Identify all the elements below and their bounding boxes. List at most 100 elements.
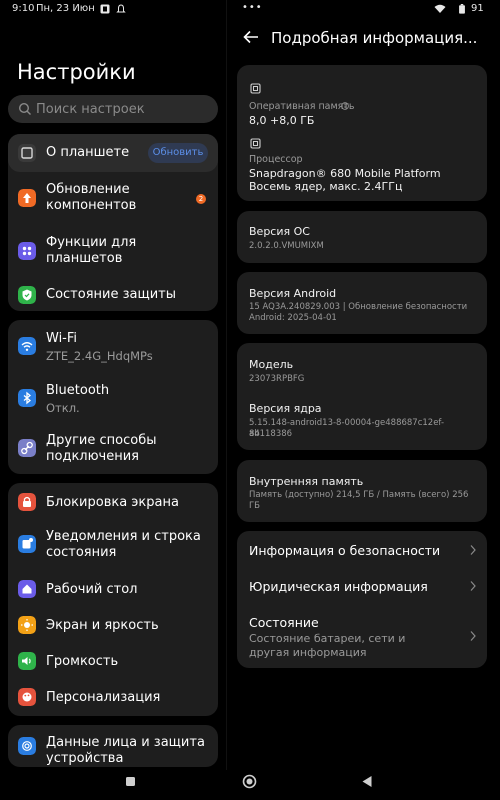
os-version-value: 2.0.2.0.VMUMIXM <box>249 241 324 251</box>
status-date: Пн, 23 Июн <box>36 3 95 14</box>
settings-item-bluetooth[interactable]: Bluetooth Откл. <box>8 376 218 424</box>
status-dots: ••• <box>242 2 263 13</box>
detail-page-title: Подробная информация... <box>271 29 478 47</box>
settings-group-security: Данные лица и защита устройства <box>8 725 218 767</box>
settings-item-notifications[interactable]: Уведомления и строка состояния <box>8 521 218 571</box>
memory-chip-icon <box>250 83 261 94</box>
wifi-status-icon <box>434 4 446 13</box>
android-security-patch: Android: 2025-04-01 <box>249 313 337 323</box>
pane-divider <box>226 0 227 770</box>
search-placeholder: Поиск настроек <box>36 102 145 117</box>
kernel-version-value-cont: 84 <box>249 429 260 439</box>
storage-value: Память (доступно) 214,5 ГБ / Память (все… <box>249 490 469 500</box>
model-kernel-card: Модель 23073RPBFG Версия ядра 5.15.148-a… <box>237 343 487 450</box>
settings-group-device: О планшете Обновить Обновление компонент… <box>8 134 218 311</box>
settings-item-display-brightness[interactable]: Экран и яркость <box>8 609 218 641</box>
android-version-title: Версия Android <box>249 287 337 300</box>
android-version-value: 15 AQ3A.240829.003 | Обновление безопасн… <box>249 302 468 312</box>
battery-icon <box>459 4 465 14</box>
cpu-label: Процессор <box>249 154 303 165</box>
settings-item-tablet-features[interactable]: Функции для планшетов <box>8 229 218 279</box>
settings-item-label: Экран и яркость <box>46 618 159 633</box>
settings-group-display: Блокировка экрана Уведомления и строка с… <box>8 483 218 716</box>
settings-item-face-data[interactable]: Данные лица и защита устройства <box>8 725 218 767</box>
wifi-network-name: ZTE_2.4G_HdqMPs <box>46 349 153 363</box>
settings-item-label: Данные лица и защита устройства <box>46 735 205 766</box>
settings-item-label: Персонализация <box>46 690 161 705</box>
status-title: Состояние <box>249 615 319 630</box>
volume-icon <box>18 652 36 670</box>
settings-item-label: Блокировка экрана <box>46 495 179 510</box>
os-version-card[interactable]: Версия ОС 2.0.2.0.VMUMIXM <box>237 211 487 263</box>
storage-value-cont: ГБ <box>249 501 261 511</box>
security-info-row[interactable]: Информация о безопасности <box>237 531 487 569</box>
search-input[interactable]: Поиск настроек <box>8 95 218 123</box>
model-title: Модель <box>249 358 294 371</box>
cpu-model: Snapdragon® 680 Mobile Platform <box>249 167 441 180</box>
status-bar: 9:10 Пн, 23 Июн ••• 91 <box>0 0 500 20</box>
settings-item-label: Рабочий стол <box>46 582 138 597</box>
search-icon <box>18 102 31 115</box>
back-button-icon[interactable] <box>361 775 373 788</box>
storage-title: Внутренняя память <box>249 475 364 488</box>
model-value: 23073RPBFG <box>249 374 305 384</box>
settings-group-connections: Wi-Fi ZTE_2.4G_HdqMPs Bluetooth Откл. Др… <box>8 320 218 474</box>
security-info-label: Информация о безопасности <box>249 543 441 558</box>
settings-item-label: Громкость <box>46 654 119 669</box>
settings-item-protection-status[interactable]: Состояние защиты <box>8 279 218 311</box>
notification-icon <box>18 535 36 553</box>
update-arrow-icon <box>18 189 36 207</box>
bluetooth-status: Откл. <box>46 401 80 415</box>
settings-item-label: Уведомления и строка состояния <box>46 529 201 560</box>
recents-button-icon[interactable] <box>125 776 136 787</box>
storage-card[interactable]: Внутренняя память Память (доступно) 214,… <box>237 460 487 522</box>
settings-item-wifi[interactable]: Wi-Fi ZTE_2.4G_HdqMPs <box>8 324 218 372</box>
processor-chip-icon <box>250 138 261 149</box>
info-links-card: Информация о безопасности Юридическая ин… <box>237 531 487 668</box>
hardware-card: Оперативная память 8,0 +8,0 ГБ Процессор… <box>237 65 487 201</box>
notification-bell-icon <box>116 4 126 13</box>
chevron-right-icon <box>470 581 476 591</box>
legal-info-label: Юридическая информация <box>249 579 428 594</box>
settings-item-label: Обновление компонентов <box>46 182 137 213</box>
settings-item-other-connections[interactable]: Другие способы подключения <box>8 426 218 474</box>
os-version-title: Версия ОС <box>249 225 310 238</box>
update-button[interactable]: Обновить <box>148 143 208 163</box>
settings-item-about-tablet[interactable]: О планшете Обновить <box>8 134 218 172</box>
settings-item-component-updates[interactable]: Обновление компонентов 2 <box>8 176 218 226</box>
back-arrow-icon[interactable] <box>242 28 260 46</box>
settings-item-label: Состояние защиты <box>46 287 177 302</box>
wifi-icon <box>18 337 36 355</box>
cpu-cores: Восемь ядер, макс. 2.4ГГц <box>249 180 403 193</box>
status-time: 9:10 <box>12 3 35 14</box>
notification-app-icon <box>100 4 110 14</box>
shield-icon <box>18 286 36 304</box>
legal-info-row[interactable]: Юридическая информация <box>237 569 487 605</box>
ram-value: 8,0 +8,0 ГБ <box>249 114 315 127</box>
home-button-icon[interactable] <box>242 774 257 789</box>
battery-percent: 91 <box>471 3 484 14</box>
settings-item-label: Функции для планшетов <box>46 235 137 266</box>
fingerprint-icon <box>18 737 36 755</box>
settings-item-personalization[interactable]: Персонализация <box>8 681 218 713</box>
status-description: Состояние батареи, сети и другая информа… <box>249 632 406 659</box>
settings-item-volume[interactable]: Громкость <box>8 645 218 677</box>
settings-item-label: Другие способы подключения <box>46 433 157 464</box>
info-icon[interactable] <box>341 102 349 110</box>
lock-icon <box>18 493 36 511</box>
ram-label: Оперативная память <box>249 101 355 112</box>
home-icon <box>18 580 36 598</box>
palette-icon <box>18 688 36 706</box>
link-icon <box>18 439 36 457</box>
settings-item-label: Wi-Fi <box>46 331 78 346</box>
android-version-card[interactable]: Версия Android 15 AQ3A.240829.003 | Обно… <box>237 272 487 334</box>
sun-icon <box>18 616 36 634</box>
settings-item-desktop[interactable]: Рабочий стол <box>8 573 218 605</box>
bluetooth-icon <box>18 389 36 407</box>
settings-item-lock-screen[interactable]: Блокировка экрана <box>8 485 218 519</box>
status-row[interactable]: Состояние Состояние батареи, сети и друг… <box>237 607 487 665</box>
grid-icon <box>18 242 36 260</box>
update-count-badge: 2 <box>196 194 206 204</box>
kernel-version-title: Версия ядра <box>249 402 322 415</box>
chevron-right-icon <box>470 631 476 641</box>
